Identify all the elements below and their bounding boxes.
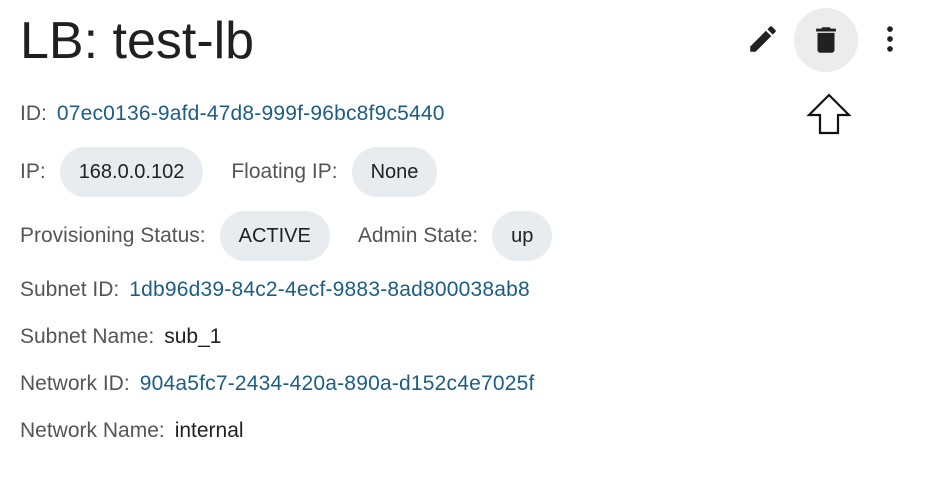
ip-label: IP: — [20, 160, 46, 183]
provisioning-status-chip: ACTIVE — [219, 211, 330, 261]
id-link[interactable]: 07ec0136-9afd-47d8-999f-96bc8f9c5440 — [57, 102, 445, 126]
network-name-value: internal — [174, 419, 244, 442]
network-id-link[interactable]: 904a5fc7-2434-420a-890a-d152c4e7025f — [140, 372, 535, 396]
status-row: Provisioning Status: ACTIVE Admin State:… — [20, 211, 553, 261]
subnet-name-label: Subnet Name: — [20, 325, 155, 348]
network-name-row: Network Name: internal — [20, 419, 244, 443]
ip-chip: 168.0.0.102 — [59, 147, 204, 197]
pencil-icon — [750, 26, 776, 52]
subnet-id-row: Subnet ID: 1db96d39-84c2-4ecf-9883-8ad80… — [20, 278, 530, 302]
admin-state-label: Admin State: — [357, 224, 479, 247]
network-id-label: Network ID: — [20, 372, 130, 395]
edit-button[interactable] — [732, 8, 794, 70]
admin-state-chip: up — [492, 211, 553, 261]
subnet-id-label: Subnet ID: — [20, 278, 120, 301]
load-balancer-detail-page: LB: test-lb ID: 07ec0136-9afd-47d8-999f-… — [0, 0, 940, 494]
provisioning-status-label: Provisioning Status: — [20, 224, 206, 247]
id-row: ID: 07ec0136-9afd-47d8-999f-96bc8f9c5440 — [20, 102, 445, 126]
floating-ip-label: Floating IP: — [231, 160, 338, 183]
page-title: LB: test-lb — [20, 12, 255, 70]
floating-ip-chip: None — [351, 147, 438, 197]
more-actions-button[interactable] — [862, 8, 918, 70]
subnet-name-value: sub_1 — [164, 325, 222, 348]
subnet-id-link[interactable]: 1db96d39-84c2-4ecf-9883-8ad800038ab8 — [129, 278, 530, 302]
up-arrow-cursor-icon — [806, 93, 852, 135]
more-vertical-icon — [887, 26, 893, 52]
delete-button[interactable] — [794, 8, 858, 72]
trash-icon — [816, 27, 836, 53]
network-name-label: Network Name: — [20, 419, 165, 442]
subnet-name-row: Subnet Name: sub_1 — [20, 325, 221, 349]
id-label: ID: — [20, 102, 47, 125]
network-id-row: Network ID: 904a5fc7-2434-420a-890a-d152… — [20, 372, 535, 396]
ip-row: IP: 168.0.0.102 Floating IP: None — [20, 147, 438, 197]
